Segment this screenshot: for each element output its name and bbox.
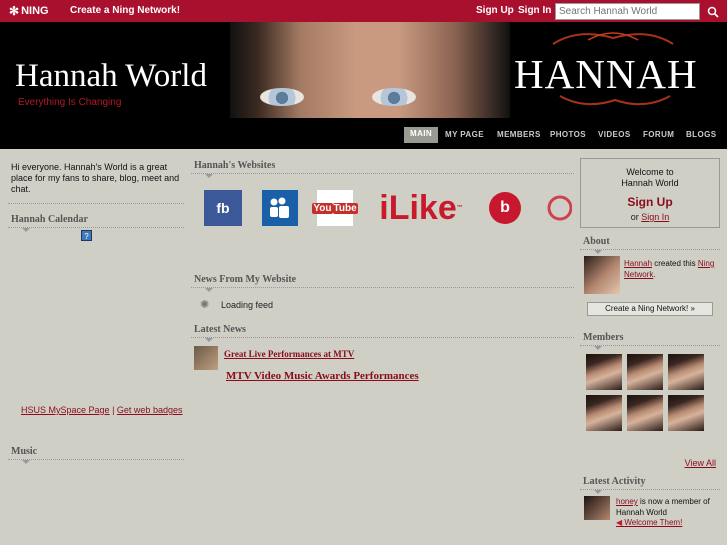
signup-button[interactable]: Sign Up: [581, 195, 719, 209]
tab-blogs[interactable]: BLOGS: [686, 130, 716, 139]
activity-text: honey is now a member of Hannah World: [616, 496, 716, 518]
welcome-network-name: Hannah World: [621, 178, 679, 188]
main-nav: MAIN MY PAGE MEMBERS PHOTOS VIDEOS FORUM…: [0, 118, 727, 149]
ning-top-bar: ✻ NING Create a Ning Network! Sign Up Si…: [0, 0, 727, 22]
tab-photos[interactable]: PHOTOS: [550, 130, 586, 139]
tab-forum[interactable]: FORUM: [643, 130, 674, 139]
member-avatar[interactable]: [586, 395, 622, 431]
websites-heading: Hannah's Websites: [191, 158, 574, 178]
ning-logo[interactable]: ✻ NING: [9, 4, 49, 18]
tab-main[interactable]: MAIN: [404, 127, 439, 143]
member-avatar[interactable]: [586, 354, 622, 390]
tab-members[interactable]: MEMBERS: [497, 130, 541, 139]
about-end-text: .: [653, 270, 656, 279]
bebo-logo-text: b: [489, 192, 521, 224]
help-badge-icon[interactable]: ?: [81, 230, 92, 241]
members-heading: Members: [580, 330, 720, 350]
ning-logo-text: NING: [21, 5, 49, 17]
middle-column: Hannah's Websites fb You Tube iLike ™ b Ne…: [191, 158, 574, 370]
signin-link[interactable]: Sign In: [641, 212, 669, 222]
welcome-line: Welcome to: [626, 167, 674, 177]
view-all-members-link[interactable]: View All: [685, 458, 716, 468]
facebook-logo[interactable]: fb: [204, 190, 242, 226]
youtube-logo-you: You: [312, 202, 333, 214]
tab-my-page[interactable]: MY PAGE: [445, 130, 484, 139]
loading-spinner-icon: ✺: [200, 299, 210, 311]
list-item: Great Live Performances at MTV: [191, 338, 574, 370]
about-heading: About: [580, 234, 720, 254]
right-column: Welcome to Hannah World Sign Up or Sign …: [580, 158, 720, 536]
latest-activity-heading: Latest Activity: [580, 474, 720, 494]
avatar[interactable]: [584, 256, 620, 294]
calendar-links: HSUS MySpace Page | Get web badges: [21, 405, 182, 415]
facebook-logo-text: fb: [216, 200, 230, 216]
youtube-logo[interactable]: You Tube: [312, 190, 358, 226]
creator-link[interactable]: Hannah: [624, 259, 652, 268]
music-heading: Music: [8, 444, 184, 464]
youtube-logo-tube: Tube: [332, 202, 358, 214]
create-network-button[interactable]: Create a Ning Network! »: [587, 302, 713, 316]
about-text: Hannah created this Ning Network.: [624, 258, 719, 280]
activity-item: honey is now a member of Hannah World We…: [580, 496, 720, 536]
banner-photo: [230, 22, 510, 118]
tab-videos[interactable]: VIDEOS: [598, 130, 631, 139]
news-thumbnail[interactable]: [194, 346, 218, 370]
bebo-logo[interactable]: b: [487, 190, 523, 226]
site-title[interactable]: Hannah World: [15, 58, 207, 95]
avatar[interactable]: [584, 496, 610, 520]
brand-logo: HANNAH: [514, 51, 698, 97]
myspace-icon: [270, 197, 289, 218]
signin-row: or Sign In: [581, 212, 719, 222]
banner-eye: [260, 88, 304, 106]
calendar-link-separator: |: [112, 405, 115, 415]
hsus-myspace-link[interactable]: HSUS MySpace Page: [21, 405, 110, 415]
about-row: Hannah created this Ning Network.: [580, 256, 720, 298]
left-column: Hi everyone. Hannah's World is a great p…: [8, 158, 184, 464]
intro-text: Hi everyone. Hannah's World is a great p…: [8, 158, 184, 204]
partial-site-logo[interactable]: [542, 190, 572, 226]
partial-logo-icon: [547, 195, 572, 221]
top-signup-link[interactable]: Sign Up: [476, 5, 514, 16]
ilike-logo-text: iLike: [379, 188, 457, 227]
member-avatar[interactable]: [627, 395, 663, 431]
feed-area: ✺ Loading feed: [191, 288, 574, 322]
ilike-logo[interactable]: iLike ™: [375, 188, 467, 227]
banner-eye: [372, 88, 416, 106]
ornament-icon: [552, 32, 674, 45]
member-avatar[interactable]: [668, 395, 704, 431]
calendar-heading: Hannah Calendar: [8, 212, 184, 232]
member-avatar[interactable]: [668, 354, 704, 390]
news-link[interactable]: MTV Video Music Awards Performances: [226, 370, 419, 382]
top-signin-link[interactable]: Sign In: [518, 5, 551, 16]
snowflake-icon: ✻: [9, 4, 20, 18]
welcome-them-link[interactable]: Welcome Them!: [616, 518, 682, 527]
loading-feed-text: Loading feed: [221, 300, 274, 310]
website-logos: fb You Tube iLike ™ b: [191, 174, 574, 234]
get-web-badges-link[interactable]: Get web badges: [117, 405, 183, 415]
news-link[interactable]: Great Live Performances at MTV: [224, 349, 354, 359]
latest-news-heading: Latest News: [191, 322, 574, 342]
create-ning-network-link[interactable]: Create a Ning Network!: [70, 5, 180, 16]
search-icon[interactable]: [704, 3, 722, 20]
welcome-box: Welcome to Hannah World Sign Up or Sign …: [580, 158, 720, 228]
site-tagline: Everything Is Changing: [18, 97, 122, 108]
or-text: or: [630, 212, 639, 222]
search-input[interactable]: [555, 3, 700, 20]
ilike-trademark: ™: [456, 205, 463, 211]
about-created-text: created this: [652, 259, 698, 268]
myspace-logo[interactable]: [262, 190, 298, 226]
ornament-icon: [559, 95, 671, 106]
member-avatar[interactable]: [627, 354, 663, 390]
news-from-website-heading: News From My Website: [191, 272, 574, 292]
activity-user-link[interactable]: honey: [616, 497, 638, 506]
members-grid: [580, 354, 720, 438]
site-banner: Hannah World Everything Is Changing HANN…: [0, 22, 727, 118]
